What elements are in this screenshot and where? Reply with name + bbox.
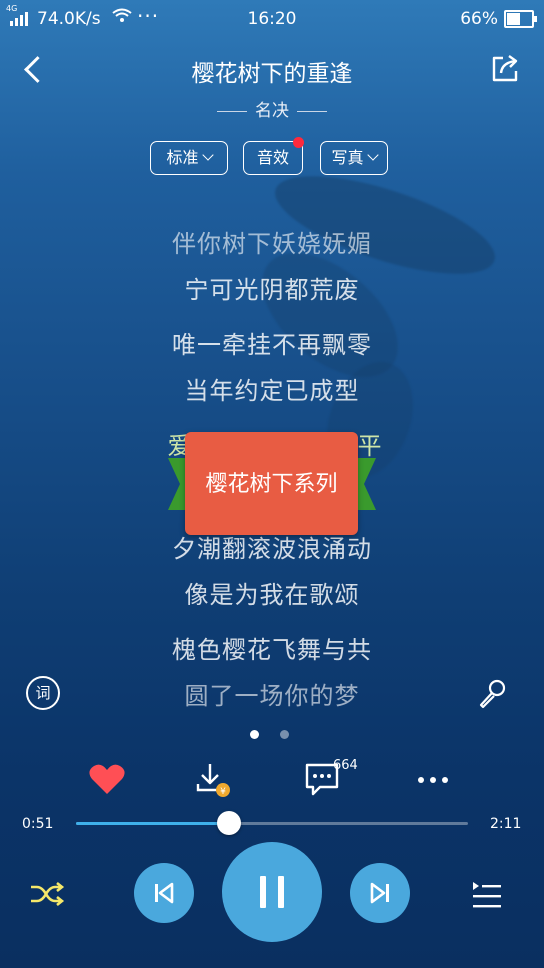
- quality-selector[interactable]: 标准: [150, 141, 228, 175]
- chevron-down-icon: [201, 149, 214, 161]
- share-button[interactable]: [488, 52, 522, 86]
- sound-effect-label: 音效: [256, 148, 289, 167]
- progress-track[interactable]: [76, 822, 468, 825]
- battery-icon: [504, 10, 537, 28]
- lyrics-toggle-button[interactable]: 词: [26, 676, 60, 710]
- lyric-line-current-end[interactable]: 平: [355, 426, 385, 461]
- share-icon: [492, 55, 518, 82]
- lyric-line[interactable]: 宁可光阴都荒废: [0, 270, 544, 305]
- favorite-button[interactable]: [88, 762, 126, 798]
- shuffle-icon: [31, 881, 65, 907]
- more-icon: [418, 777, 448, 783]
- playlist-icon: [473, 882, 501, 908]
- microphone-icon: [479, 679, 506, 709]
- battery-percent: 66%: [460, 9, 498, 29]
- lyric-line[interactable]: 圆了一场你的梦: [0, 676, 544, 711]
- song-title: 樱花树下的重逢: [191, 61, 353, 87]
- pause-button[interactable]: [222, 842, 322, 942]
- photo-selector[interactable]: 写真: [320, 141, 388, 175]
- previous-icon: [155, 882, 174, 904]
- chevron-down-icon: [366, 149, 379, 161]
- lyric-line[interactable]: 像是为我在歌颂: [0, 575, 544, 610]
- lyrics-icon: 词: [35, 684, 51, 702]
- progress-fill: [76, 822, 229, 825]
- next-icon: [370, 882, 389, 904]
- lyric-line[interactable]: 伴你树下妖娆妩媚: [0, 224, 544, 259]
- playlist-button[interactable]: [470, 878, 504, 912]
- more-button[interactable]: [414, 770, 454, 790]
- download-button[interactable]: ¥: [194, 760, 234, 800]
- artist-name[interactable]: 名决: [0, 96, 544, 121]
- lyric-line[interactable]: 唯一牵挂不再飘零: [0, 325, 544, 360]
- pager-dot[interactable]: [280, 730, 289, 739]
- series-badge-label: 樱花树下系列: [205, 472, 338, 497]
- artist-label: 名决: [255, 101, 289, 121]
- karaoke-button[interactable]: [474, 676, 510, 712]
- heart-icon: [89, 764, 125, 794]
- pager-dot-active[interactable]: [250, 730, 259, 739]
- svg-text:¥: ¥: [220, 787, 226, 797]
- lyric-line[interactable]: 当年约定已成型: [0, 371, 544, 406]
- next-button[interactable]: [350, 863, 410, 923]
- status-bar: 4G 74.0K/s ··· 16:20 66%: [0, 0, 544, 38]
- total-time: 2:11: [490, 816, 522, 832]
- quality-label: 标准: [166, 148, 199, 167]
- lyric-line[interactable]: 槐色樱花飞舞与共: [0, 630, 544, 665]
- comment-count: 664: [333, 758, 358, 773]
- download-icon: ¥: [196, 764, 230, 797]
- notification-dot: [293, 137, 304, 148]
- shuffle-button[interactable]: [28, 878, 66, 910]
- elapsed-time: 0:51: [22, 816, 54, 832]
- previous-button[interactable]: [134, 863, 194, 923]
- progress-knob[interactable]: [216, 811, 241, 835]
- photo-label: 写真: [331, 148, 364, 167]
- pause-icon: [260, 876, 284, 908]
